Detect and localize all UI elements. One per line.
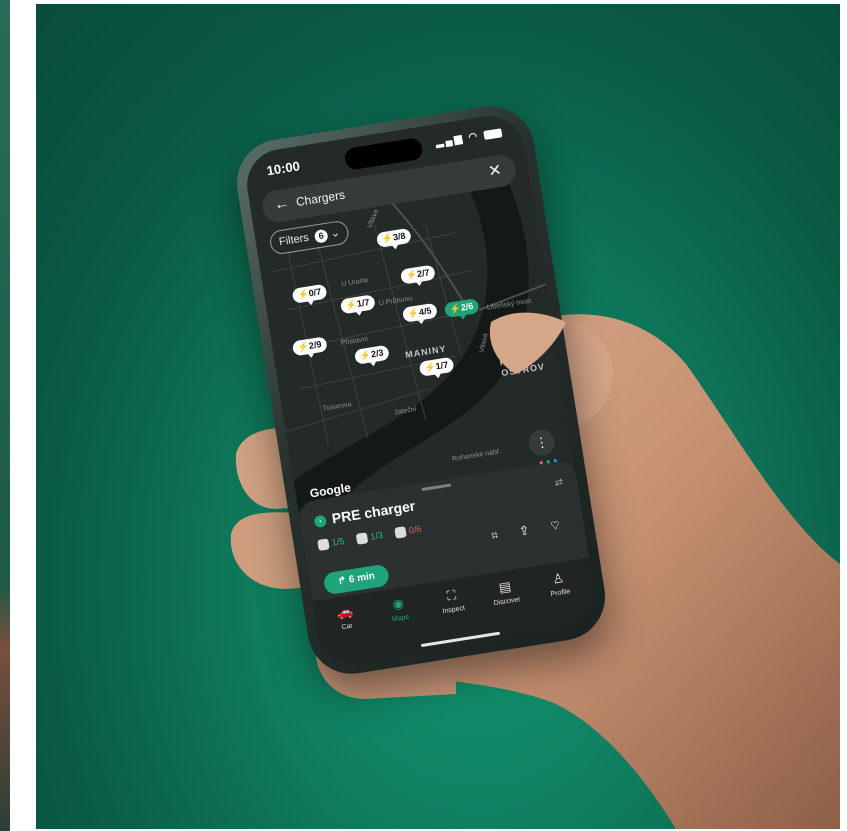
phone-screen: 10:00 ▂▄▆ ◠ Vltava U Uranie U Průhonu Př… [242,111,600,669]
photo-background: 10:00 ▂▄▆ ◠ Vltava U Uranie U Průhonu Př… [36,4,840,829]
charger-title: PRE charger [330,497,417,527]
search-label: Chargers [294,187,346,210]
connector-type2-icon [317,538,330,552]
dot-icon: ● [545,456,552,467]
sheet-grabber[interactable] [421,483,452,492]
tab-discover[interactable]: ▤ Discover [478,575,533,609]
tab-profile[interactable]: ♙ Profile [531,567,586,601]
back-arrow-icon[interactable]: ← [273,194,290,213]
chevron-down-icon: ⌄ [329,226,341,241]
qr-scan-icon[interactable]: ⌗ [490,526,509,542]
sheet-actions: ⌗ ⇪ ♡ [490,516,571,543]
person-icon: ♙ [551,570,566,587]
connector-color-dots: ● ● ● [538,456,558,468]
wifi-icon: ◠ [467,130,481,144]
status-icons: ▂▄▆ ◠ [434,127,503,149]
heart-icon[interactable]: ♡ [550,516,571,533]
more-vertical-icon: ⋮ [534,433,550,451]
tab-car[interactable]: 🚗 Car [318,601,373,635]
close-icon[interactable]: ✕ [487,160,503,182]
signal-icon: ▂▄▆ [434,133,465,149]
tab-inspect[interactable]: ⛶ Inspect [425,584,480,618]
connector-stat: 0/6 [394,524,422,539]
connector-chademo-icon [394,526,407,539]
route-arrow-icon: ↱ [337,575,348,588]
chevron-right-icon: › [313,514,328,529]
scan-icon: ⛶ [445,587,458,604]
filters-count-badge: 6 [313,228,329,244]
dot-icon: ● [538,457,545,468]
map-pin-icon: ◉ [391,595,405,613]
route-duration: 6 min [348,570,376,586]
status-time: 10:00 [265,158,301,179]
battery-icon [483,128,503,140]
car-icon: 🚗 [335,603,354,621]
connector-stats: 1/5 1/3 0/6 [317,522,432,552]
book-icon: ▤ [497,578,513,596]
connector-stat: 1/3 [355,530,384,545]
share-icon[interactable]: ⇪ [520,522,539,538]
filters-label: Filters [278,231,310,249]
left-photo-strip [0,0,10,831]
tab-maps[interactable]: ◉ Maps [371,592,426,626]
phone-device: 10:00 ▂▄▆ ◠ Vltava U Uranie U Průhonu Př… [230,99,612,681]
refresh-icon[interactable]: ⇄ [554,477,564,489]
connector-ccs-icon [355,532,369,545]
connector-stat: 1/5 [317,536,345,552]
